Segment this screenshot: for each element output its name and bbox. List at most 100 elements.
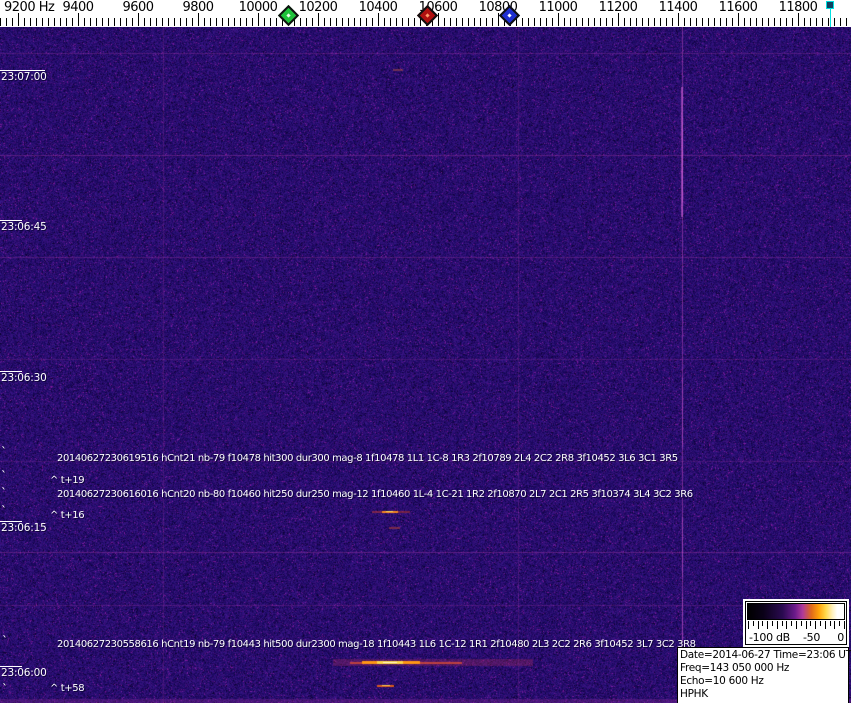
colorbar-label-min: -100 dB: [749, 631, 790, 644]
colorbar-tick: [781, 621, 783, 626]
freq-minor-tick: [708, 18, 709, 26]
colorbar-tick: [748, 621, 749, 629]
freq-minor-tick: [582, 18, 583, 26]
marker-cyan-cursor-line: [830, 8, 831, 27]
freq-minor-tick: [756, 18, 757, 26]
info-frequency: Freq=143 050 000 Hz: [680, 662, 790, 674]
freq-minor-tick: [612, 18, 613, 26]
freq-minor-tick: [54, 18, 55, 26]
freq-minor-tick: [90, 18, 91, 26]
freq-minor-tick: [222, 18, 223, 26]
freq-minor-tick: [846, 18, 847, 26]
freq-minor-tick: [30, 18, 31, 26]
freq-minor-tick: [792, 18, 793, 26]
freq-minor-tick: [594, 18, 595, 26]
colorbar-tick: [791, 621, 793, 626]
colorbar-tick: [800, 621, 802, 626]
freq-minor-tick: [702, 18, 703, 26]
freq-minor-tick: [36, 18, 37, 26]
freq-minor-tick: [444, 18, 445, 26]
colorbar-tick: [834, 621, 836, 629]
freq-minor-tick: [546, 18, 547, 26]
freq-minor-tick: [84, 18, 85, 26]
colorbar-tick: [786, 621, 788, 629]
freq-minor-tick: [186, 18, 187, 26]
freq-minor-tick: [600, 18, 601, 26]
freq-minor-tick: [534, 18, 535, 26]
frequency-axis[interactable]: 9200 Hz 9400 9600 9800 10000 10200 10400 10600 1…: [0, 0, 851, 27]
colorbar-gradient: [747, 603, 845, 620]
freq-minor-tick: [654, 18, 655, 26]
freq-minor-tick: [240, 18, 241, 26]
freq-axis-label: 10000: [238, 0, 278, 15]
freq-axis-label: 11600: [718, 0, 758, 15]
freq-minor-tick: [576, 18, 577, 26]
freq-minor-tick: [624, 18, 625, 26]
freq-minor-tick: [828, 18, 829, 26]
freq-minor-tick: [180, 18, 181, 26]
colorbar-tick: [772, 621, 773, 626]
freq-minor-tick: [312, 18, 313, 26]
freq-minor-tick: [102, 18, 103, 26]
freq-minor-tick: [810, 18, 811, 26]
colorbar-label-mid: -50: [803, 631, 821, 644]
freq-minor-tick: [768, 18, 769, 26]
colorbar-tick: [844, 621, 845, 629]
freq-minor-tick: [12, 18, 13, 26]
freq-minor-tick: [354, 18, 355, 26]
freq-minor-tick: [822, 18, 823, 26]
freq-minor-tick: [468, 18, 469, 26]
freq-minor-tick: [132, 18, 133, 26]
freq-axis-label: 9200 Hz: [4, 0, 55, 15]
freq-minor-tick: [780, 18, 781, 26]
colorbar-tick: [820, 621, 821, 626]
freq-minor-tick: [306, 18, 307, 26]
freq-minor-tick: [666, 18, 667, 26]
info-station: HPHK: [680, 688, 708, 700]
freq-minor-tick: [414, 18, 415, 26]
freq-minor-tick: [96, 18, 97, 26]
freq-minor-tick: [390, 18, 391, 26]
freq-axis-label: 11000: [538, 0, 578, 15]
freq-minor-tick: [660, 18, 661, 26]
freq-minor-tick: [276, 18, 277, 26]
freq-axis-label: 11400: [658, 0, 698, 15]
freq-minor-tick: [264, 18, 265, 26]
freq-minor-tick: [204, 18, 205, 26]
freq-minor-tick: [774, 18, 775, 26]
colorbar-tick: [752, 621, 754, 626]
freq-minor-tick: [480, 18, 481, 26]
freq-minor-tick: [816, 18, 817, 26]
spectrogram-canvas[interactable]: [0, 27, 851, 703]
freq-minor-tick: [750, 18, 751, 26]
freq-minor-tick: [384, 18, 385, 26]
freq-minor-tick: [408, 18, 409, 26]
freq-minor-tick: [366, 18, 367, 26]
freq-minor-tick: [216, 18, 217, 26]
freq-axis-label: 9800: [182, 0, 214, 15]
freq-minor-tick: [252, 18, 253, 26]
spectrogram-app: 9200 Hz 9400 9600 9800 10000 10200 10400 10600 1…: [0, 0, 851, 703]
freq-minor-tick: [486, 18, 487, 26]
freq-minor-tick: [270, 18, 271, 26]
db-colorbar: -100 dB -50 0: [745, 601, 847, 645]
freq-minor-tick: [348, 18, 349, 26]
freq-minor-tick: [564, 18, 565, 26]
colorbar-tick: [829, 621, 831, 626]
marker-green-diamond-center: [286, 13, 291, 18]
freq-minor-tick: [492, 18, 493, 26]
freq-minor-tick: [324, 18, 325, 26]
freq-minor-tick: [762, 18, 763, 26]
freq-minor-tick: [642, 18, 643, 26]
freq-minor-tick: [630, 18, 631, 26]
freq-minor-tick: [0, 18, 1, 26]
freq-minor-tick: [120, 18, 121, 26]
freq-minor-tick: [786, 18, 787, 26]
info-date-time: Date=2014-06-27 Time=23:06 UTC: [680, 649, 851, 661]
freq-minor-tick: [234, 18, 235, 26]
freq-minor-tick: [126, 18, 127, 26]
freq-minor-tick: [174, 18, 175, 26]
freq-minor-tick: [144, 18, 145, 26]
colorbar-tick: [796, 621, 797, 629]
freq-minor-tick: [648, 18, 649, 26]
